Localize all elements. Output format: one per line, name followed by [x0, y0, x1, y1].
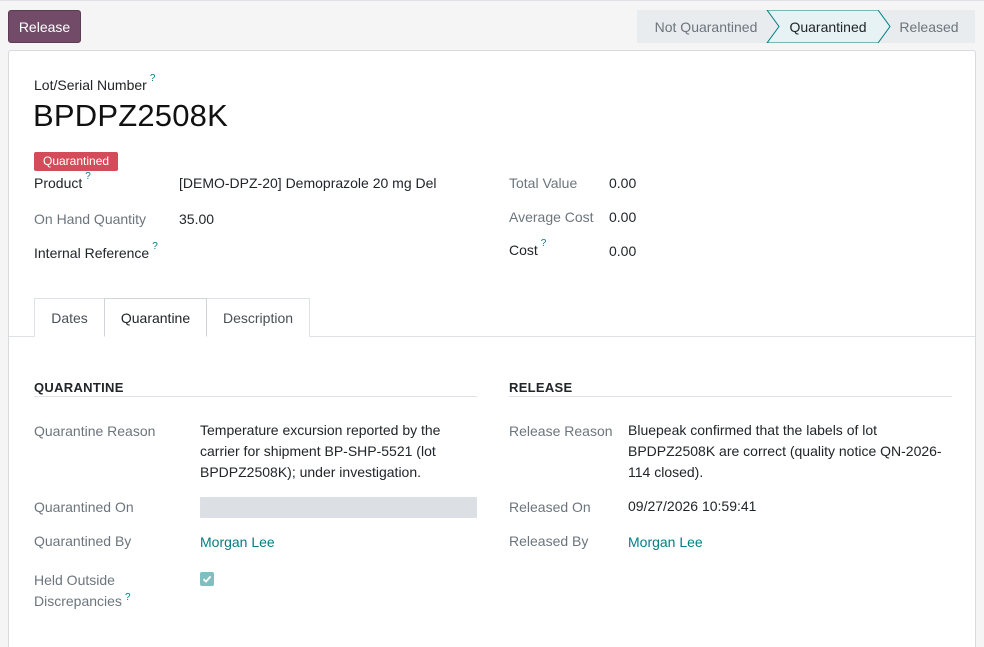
- check-icon: [202, 575, 212, 583]
- status-bar: Not Quarantined Quarantined Released: [637, 10, 975, 43]
- held-outside-label-line: Held Outside: [34, 572, 115, 588]
- total-value: 0.00: [609, 175, 637, 191]
- average-cost-value: 0.00: [609, 209, 637, 225]
- control-panel: Release Not Quarantined Quarantined Rele…: [0, 0, 984, 50]
- quarantine-section-rule: [34, 396, 477, 397]
- held-outside-label-line: Discrepancies?: [34, 591, 131, 612]
- release-reason-line: 114 closed).: [628, 464, 704, 480]
- released-by-link[interactable]: Morgan Lee: [628, 534, 703, 550]
- product-label: Product?: [34, 171, 91, 191]
- release-reason-line: BPDPZ2508K are correct (quality notice Q…: [628, 443, 942, 459]
- product-label-text: Product: [34, 175, 83, 191]
- released-on-value[interactable]: 09/27/2026 10:59:41: [628, 496, 756, 517]
- quarantined-by-link[interactable]: Morgan Lee: [200, 534, 275, 550]
- lot-number-title: BPDPZ2508K: [33, 98, 228, 133]
- held-outside-label: Held Outside Discrepancies?: [34, 570, 131, 612]
- lot-serial-label-text: Lot/Serial Number: [34, 77, 147, 93]
- lot-serial-label: Lot/Serial Number?: [34, 73, 155, 93]
- quarantine-reason-line: carrier for shipment BP-SHP-5521 (lot: [200, 443, 436, 459]
- quarantined-on-label: Quarantined On: [34, 499, 134, 515]
- released-on-label: Released On: [509, 499, 591, 515]
- release-button[interactable]: Release: [8, 10, 81, 43]
- tab-dates[interactable]: Dates: [34, 298, 105, 337]
- form-sheet: Lot/Serial Number? BPDPZ2508K Quarantine…: [8, 50, 976, 647]
- average-cost-label: Average Cost: [509, 209, 594, 225]
- held-outside-label-text: Discrepancies: [34, 593, 122, 609]
- quarantine-reason-line: Temperature excursion reported by the: [200, 422, 441, 438]
- status-not-quarantined[interactable]: Not Quarantined: [637, 10, 775, 43]
- on-hand-label: On Hand Quantity: [34, 211, 147, 227]
- held-outside-checkbox[interactable]: [200, 572, 214, 586]
- help-icon[interactable]: ?: [150, 73, 156, 84]
- quarantined-by-label: Quarantined By: [34, 533, 132, 549]
- quarantine-reason-label: Quarantine Reason: [34, 423, 156, 439]
- cost-label: Cost?: [509, 238, 546, 258]
- tab-description[interactable]: Description: [206, 298, 310, 337]
- release-reason-value[interactable]: Bluepeak confirmed that the labels of lo…: [628, 420, 958, 483]
- quarantine-reason-line: BPDPZ2508K); under investigation.: [200, 464, 422, 480]
- released-by-label: Released By: [509, 533, 589, 549]
- release-reason-label: Release Reason: [509, 423, 613, 439]
- tab-quarantine[interactable]: Quarantine: [104, 298, 207, 337]
- release-reason-line: Bluepeak confirmed that the labels of lo…: [628, 422, 878, 438]
- release-section-title: RELEASE: [509, 380, 573, 395]
- status-quarantined[interactable]: Quarantined: [777, 10, 879, 43]
- quarantine-section-title: QUARANTINE: [34, 380, 124, 395]
- help-icon[interactable]: ?: [125, 592, 131, 603]
- quarantine-reason-value[interactable]: Temperature excursion reported by the ca…: [200, 420, 480, 483]
- total-value-label: Total Value: [509, 175, 578, 191]
- internal-ref-label-text: Internal Reference: [34, 245, 150, 261]
- on-hand-value: 35.00: [179, 211, 215, 227]
- release-section-rule: [509, 396, 952, 397]
- status-badge: Quarantined: [34, 152, 119, 171]
- help-icon[interactable]: ?: [152, 241, 158, 252]
- help-icon[interactable]: ?: [85, 171, 91, 182]
- status-released[interactable]: Released: [889, 10, 969, 43]
- help-icon[interactable]: ?: [541, 238, 547, 249]
- cost-label-text: Cost: [509, 242, 538, 258]
- product-value[interactable]: [DEMO-DPZ-20] Demoprazole 20 mg Del: [179, 173, 437, 194]
- quarantined-on-field[interactable]: [200, 497, 477, 518]
- internal-ref-label: Internal Reference?: [34, 241, 158, 261]
- cost-value: 0.00: [609, 243, 637, 259]
